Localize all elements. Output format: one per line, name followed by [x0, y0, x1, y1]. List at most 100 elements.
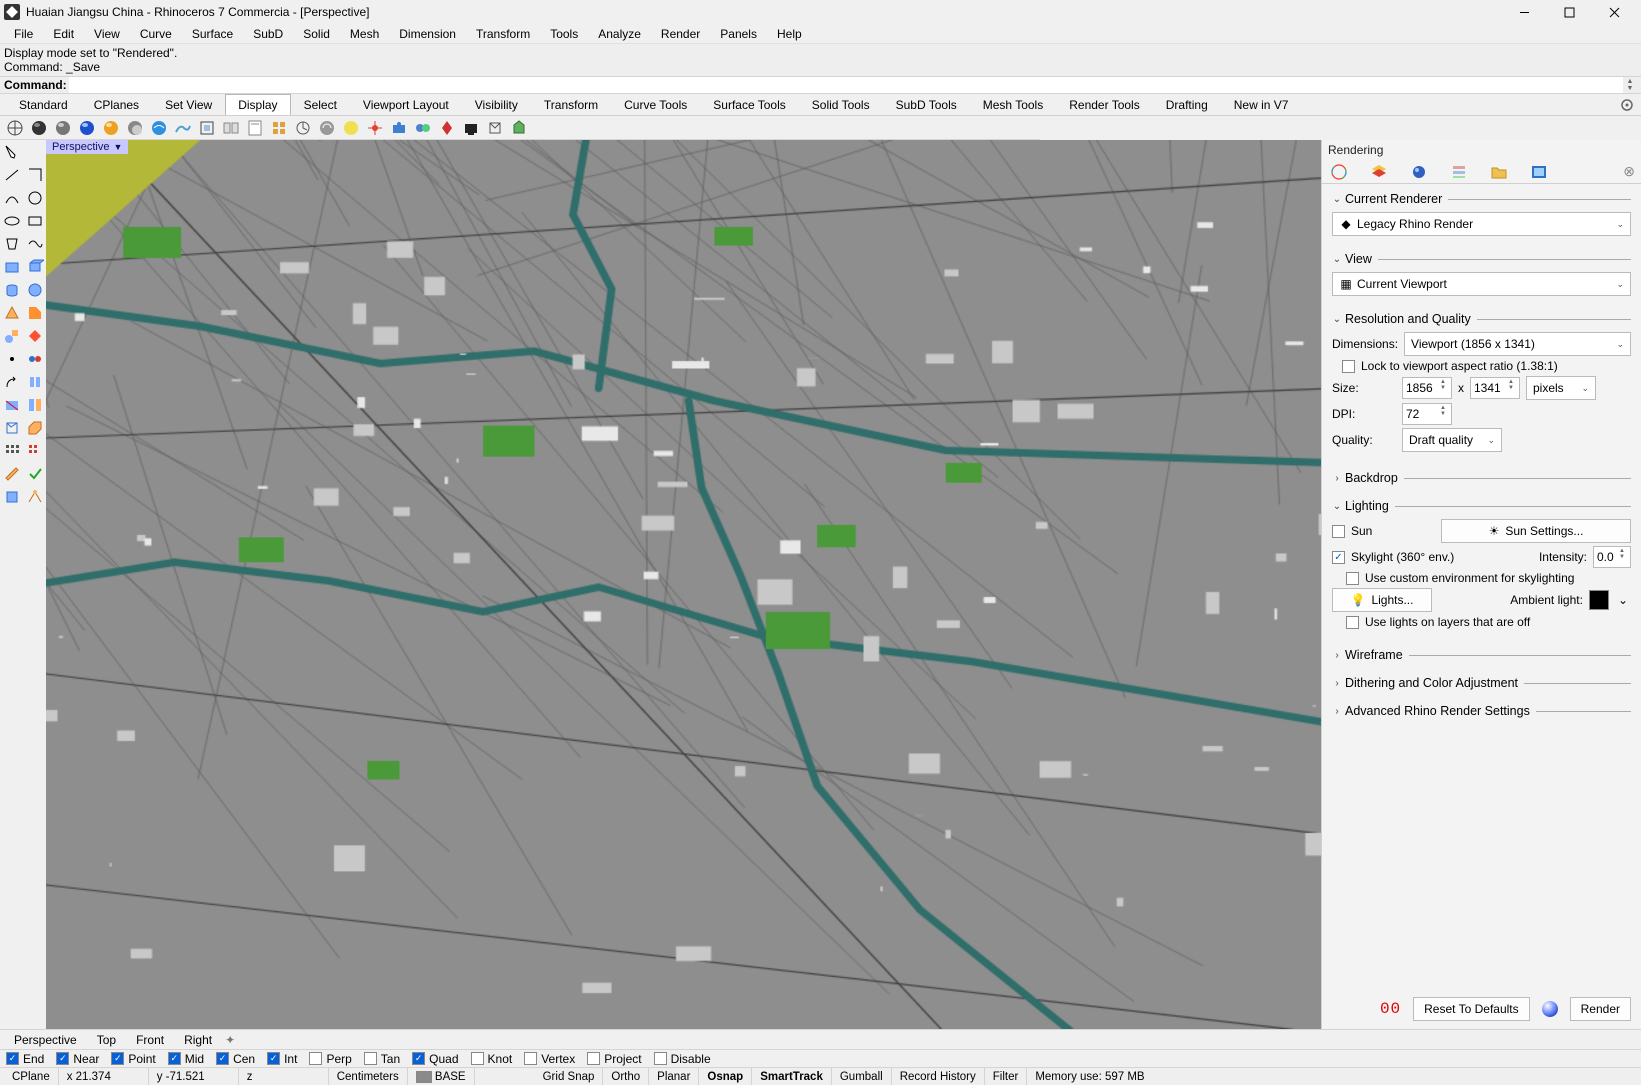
- tab-render-tools[interactable]: Render Tools: [1056, 94, 1153, 115]
- section-advanced[interactable]: › Advanced Rhino Render Settings: [1332, 704, 1631, 718]
- arctic-icon[interactable]: [316, 117, 338, 139]
- wireframe-globe-icon[interactable]: [4, 117, 26, 139]
- status-toggle-planar[interactable]: Planar: [649, 1068, 699, 1085]
- tab-solid-tools[interactable]: Solid Tools: [799, 94, 883, 115]
- move-icon[interactable]: [1, 371, 23, 393]
- render-tab-icon[interactable]: [1330, 163, 1348, 181]
- grid-icon[interactable]: [1, 440, 23, 462]
- menu-surface[interactable]: Surface: [182, 25, 243, 43]
- osnap-disable-checkbox[interactable]: [654, 1052, 667, 1065]
- pen-icon[interactable]: [172, 117, 194, 139]
- camera-icon[interactable]: [388, 117, 410, 139]
- ellipse-icon[interactable]: [1, 210, 23, 232]
- two-viewports-icon[interactable]: [220, 117, 242, 139]
- point-icon[interactable]: [1, 348, 23, 370]
- menu-mesh[interactable]: Mesh: [340, 25, 389, 43]
- toolbar-options-gear-icon[interactable]: [1619, 97, 1635, 113]
- height-input[interactable]: 1341▲▼: [1470, 377, 1520, 399]
- shaded-gold-icon[interactable]: [100, 117, 122, 139]
- check-icon[interactable]: [24, 463, 46, 485]
- clock-icon[interactable]: [292, 117, 314, 139]
- command-history-spinner[interactable]: ▲▼: [1623, 78, 1637, 92]
- cone-icon[interactable]: [1, 302, 23, 324]
- ambient-color-swatch[interactable]: [1589, 590, 1609, 610]
- curve-icon[interactable]: [1, 187, 23, 209]
- line-icon[interactable]: [1, 164, 23, 186]
- shaded-black-icon[interactable]: [28, 117, 50, 139]
- size-unit-dropdown[interactable]: pixels⌄: [1526, 376, 1596, 400]
- status-layer[interactable]: BASE: [408, 1068, 475, 1085]
- renderer-dropdown[interactable]: ◆Legacy Rhino Render ⌄: [1332, 212, 1631, 236]
- shaded-grey-icon[interactable]: [52, 117, 74, 139]
- edit-icon[interactable]: [1, 463, 23, 485]
- tab-subd-tools[interactable]: SubD Tools: [883, 94, 970, 115]
- osnap-point-checkbox[interactable]: ✓: [111, 1052, 124, 1065]
- viewport-title-menu[interactable]: Perspective ▼: [46, 140, 128, 154]
- extrude-icon[interactable]: [24, 302, 46, 324]
- sphere-icon[interactable]: [24, 279, 46, 301]
- command-line[interactable]: Command: ▲▼: [0, 77, 1641, 94]
- osnap-knot-checkbox[interactable]: [471, 1052, 484, 1065]
- flat-icon[interactable]: [196, 117, 218, 139]
- tab-transform[interactable]: Transform: [531, 94, 611, 115]
- materials-tab-icon[interactable]: [1410, 163, 1428, 181]
- solid-box-icon[interactable]: [1, 417, 23, 439]
- help-tab-icon[interactable]: [1530, 163, 1548, 181]
- osnap-mid-checkbox[interactable]: ✓: [168, 1052, 181, 1065]
- tab-mesh-tools[interactable]: Mesh Tools: [970, 94, 1056, 115]
- tab-standard[interactable]: Standard: [6, 94, 81, 115]
- sun-settings-button[interactable]: ☀ Sun Settings...: [1441, 519, 1631, 543]
- section-dithering[interactable]: › Dithering and Color Adjustment: [1332, 676, 1631, 690]
- rendered-gold-icon[interactable]: [340, 117, 362, 139]
- boolean-icon[interactable]: [1, 325, 23, 347]
- array-icon[interactable]: [24, 394, 46, 416]
- tab-curve-tools[interactable]: Curve Tools: [611, 94, 700, 115]
- ghosted-icon[interactable]: [124, 117, 146, 139]
- viewport-tab-top[interactable]: Top: [87, 1031, 126, 1049]
- lock-aspect-checkbox[interactable]: [1342, 360, 1355, 373]
- points-icon[interactable]: [24, 348, 46, 370]
- properties-tab-icon[interactable]: [1450, 163, 1468, 181]
- status-toggle-gumball[interactable]: Gumball: [832, 1068, 892, 1085]
- grid-red-icon[interactable]: [24, 440, 46, 462]
- menu-view[interactable]: View: [84, 25, 130, 43]
- osnap-end-checkbox[interactable]: ✓: [6, 1052, 19, 1065]
- status-toggle-ortho[interactable]: Ortho: [603, 1068, 649, 1085]
- tab-drafting[interactable]: Drafting: [1153, 94, 1221, 115]
- osnap-vertex-checkbox[interactable]: [524, 1052, 537, 1065]
- monitor-icon[interactable]: [460, 117, 482, 139]
- close-button[interactable]: [1592, 0, 1637, 24]
- venn-icon[interactable]: [412, 117, 434, 139]
- status-toggle-record-history[interactable]: Record History: [892, 1068, 985, 1085]
- status-cplane[interactable]: CPlane: [4, 1068, 59, 1085]
- lights-button[interactable]: 💡 Lights...: [1332, 588, 1432, 612]
- tab-visibility[interactable]: Visibility: [462, 94, 531, 115]
- viewport-3d[interactable]: [46, 140, 1321, 1029]
- tab-select[interactable]: Select: [291, 94, 350, 115]
- render-icon[interactable]: [1, 486, 23, 508]
- section-lighting[interactable]: ⌄ Lighting: [1332, 499, 1631, 513]
- osnap-cen-checkbox[interactable]: ✓: [216, 1052, 229, 1065]
- menu-render[interactable]: Render: [651, 25, 710, 43]
- menu-tools[interactable]: Tools: [540, 25, 588, 43]
- skylight-checkbox[interactable]: ✓: [1332, 551, 1345, 564]
- section-wireframe[interactable]: › Wireframe: [1332, 648, 1631, 662]
- polygon-icon[interactable]: [1, 233, 23, 255]
- menu-panels[interactable]: Panels: [710, 25, 767, 43]
- tab-viewport-layout[interactable]: Viewport Layout: [350, 94, 462, 115]
- sun-checkbox[interactable]: [1332, 525, 1345, 538]
- add-viewport-icon[interactable]: ✦: [222, 1033, 238, 1047]
- rectangle-icon[interactable]: [24, 210, 46, 232]
- status-toggle-grid-snap[interactable]: Grid Snap: [535, 1068, 604, 1085]
- osnap-project-checkbox[interactable]: [587, 1052, 600, 1065]
- print-display-icon[interactable]: [244, 117, 266, 139]
- clip-icon[interactable]: [436, 117, 458, 139]
- libraries-tab-icon[interactable]: [1490, 163, 1508, 181]
- status-toggle-smarttrack[interactable]: SmartTrack: [752, 1068, 832, 1085]
- view-dropdown[interactable]: ▦Current Viewport ⌄: [1332, 272, 1631, 296]
- reset-defaults-button[interactable]: Reset To Defaults: [1413, 997, 1530, 1021]
- width-input[interactable]: 1856▲▼: [1402, 377, 1452, 399]
- solid-poly-icon[interactable]: [24, 417, 46, 439]
- menu-file[interactable]: File: [4, 25, 43, 43]
- polyline-icon[interactable]: [24, 164, 46, 186]
